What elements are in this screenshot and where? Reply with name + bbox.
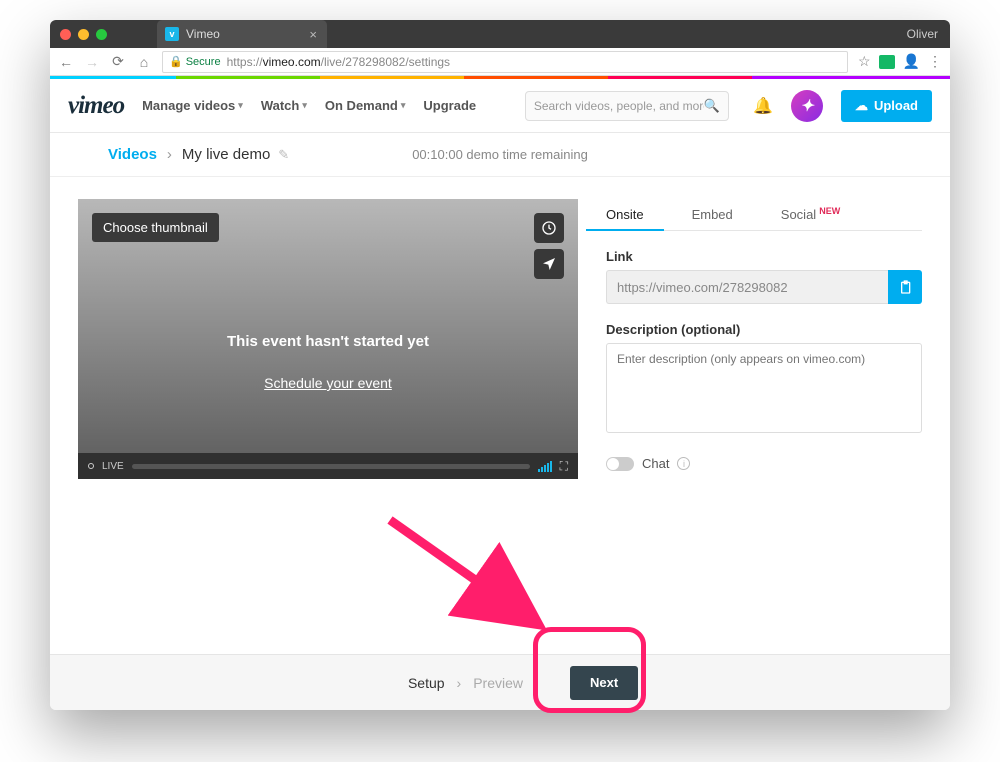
signal-icon bbox=[538, 461, 552, 472]
search-box[interactable]: 🔍 bbox=[525, 91, 729, 121]
main-nav: Manage videos▾ Watch▾ On Demand▾ Upgrade bbox=[142, 98, 476, 113]
share-icon-button[interactable] bbox=[534, 249, 564, 279]
fullscreen-icon[interactable]: ⛶ bbox=[560, 459, 568, 474]
schedule-icon-button[interactable] bbox=[534, 213, 564, 243]
description-textarea[interactable] bbox=[606, 343, 922, 433]
tab-social[interactable]: SocialNEW bbox=[781, 199, 837, 230]
tab-embed[interactable]: Embed bbox=[692, 199, 733, 230]
video-player[interactable]: Choose thumbnail This event hasn't start… bbox=[78, 199, 578, 479]
user-avatar[interactable]: ✦ bbox=[791, 90, 823, 122]
close-window-button[interactable] bbox=[60, 29, 71, 40]
window-controls bbox=[60, 29, 107, 40]
next-button[interactable]: Next bbox=[570, 666, 638, 700]
page-title: My live demo bbox=[182, 146, 270, 163]
chat-label: Chat bbox=[642, 456, 669, 471]
account-icon[interactable]: 👤 bbox=[903, 53, 920, 70]
home-button[interactable]: ⌂ bbox=[136, 54, 152, 70]
url-text: https://vimeo.com/live/278298082/setting… bbox=[227, 55, 450, 69]
step-preview[interactable]: Preview bbox=[473, 675, 523, 691]
settings-tabs: Onsite Embed SocialNEW bbox=[606, 199, 922, 231]
settings-panel: Onsite Embed SocialNEW Link Description … bbox=[606, 199, 922, 479]
breadcrumb-root[interactable]: Videos bbox=[108, 146, 157, 163]
chat-toggle-row: Chat i bbox=[606, 456, 922, 471]
address-bar[interactable]: 🔒 Secure https://vimeo.com/live/27829808… bbox=[162, 51, 848, 73]
link-label: Link bbox=[606, 249, 922, 264]
breadcrumb: Videos › My live demo ✎ 00:10:00 demo ti… bbox=[50, 133, 950, 177]
close-tab-icon[interactable]: × bbox=[309, 27, 317, 42]
upload-button[interactable]: ☁ Upload bbox=[841, 90, 932, 122]
maximize-window-button[interactable] bbox=[96, 29, 107, 40]
vimeo-logo[interactable]: vimeo bbox=[68, 92, 124, 120]
link-field bbox=[606, 270, 922, 304]
cloud-upload-icon: ☁ bbox=[855, 98, 868, 114]
tab-onsite[interactable]: Onsite bbox=[606, 199, 644, 230]
chevron-right-icon: › bbox=[457, 675, 462, 691]
back-button[interactable]: ← bbox=[58, 54, 74, 70]
main-content: Choose thumbnail This event hasn't start… bbox=[50, 177, 950, 479]
chevron-down-icon: ▾ bbox=[302, 100, 307, 111]
player-status-message: This event hasn't started yet bbox=[78, 333, 578, 350]
minimize-window-button[interactable] bbox=[78, 29, 89, 40]
notifications-bell-icon[interactable]: 🔔 bbox=[753, 96, 773, 116]
info-icon[interactable]: i bbox=[677, 457, 690, 470]
description-label: Description (optional) bbox=[606, 322, 922, 337]
tab-favicon-icon: v bbox=[165, 27, 179, 41]
chevron-down-icon: ▾ bbox=[401, 100, 406, 111]
chat-toggle[interactable] bbox=[606, 457, 634, 471]
window-titlebar: v Vimeo × Oliver bbox=[50, 20, 950, 48]
chevron-right-icon: › bbox=[167, 146, 172, 163]
player-panel: Choose thumbnail This event hasn't start… bbox=[78, 199, 578, 479]
live-label: LIVE bbox=[102, 461, 124, 472]
paper-plane-icon bbox=[541, 256, 557, 272]
profile-name[interactable]: Oliver bbox=[907, 27, 938, 41]
browser-menu-icon[interactable]: ⋮ bbox=[928, 53, 942, 70]
link-input[interactable] bbox=[606, 270, 888, 304]
edit-title-icon[interactable]: ✎ bbox=[278, 147, 289, 163]
live-indicator-icon bbox=[88, 463, 94, 469]
wizard-steps: Setup › Preview bbox=[408, 675, 523, 691]
reload-button[interactable]: ⟳ bbox=[110, 53, 126, 70]
nav-upgrade[interactable]: Upgrade bbox=[423, 98, 476, 113]
wizard-footer: Setup › Preview Next bbox=[50, 654, 950, 710]
nav-on-demand[interactable]: On Demand▾ bbox=[325, 98, 406, 113]
clock-icon bbox=[541, 220, 557, 236]
nav-manage-videos[interactable]: Manage videos▾ bbox=[142, 98, 243, 113]
browser-toolbar: ← → ⟳ ⌂ 🔒 Secure https://vimeo.com/live/… bbox=[50, 48, 950, 76]
demo-time-remaining: 00:10:00 demo time remaining bbox=[412, 147, 588, 162]
browser-tab[interactable]: v Vimeo × bbox=[157, 20, 327, 48]
search-icon[interactable]: 🔍 bbox=[704, 98, 720, 114]
copy-link-button[interactable] bbox=[888, 270, 922, 304]
forward-button[interactable]: → bbox=[84, 54, 100, 70]
site-header: vimeo Manage videos▾ Watch▾ On Demand▾ U… bbox=[50, 79, 950, 133]
progress-bar[interactable] bbox=[132, 464, 530, 469]
schedule-event-link[interactable]: Schedule your event bbox=[78, 375, 578, 391]
nav-watch[interactable]: Watch▾ bbox=[261, 98, 307, 113]
search-input[interactable] bbox=[534, 99, 704, 113]
bookmark-star-icon[interactable]: ☆ bbox=[858, 53, 871, 70]
chevron-down-icon: ▾ bbox=[238, 100, 243, 111]
step-setup[interactable]: Setup bbox=[408, 675, 445, 691]
clipboard-icon bbox=[897, 279, 913, 295]
player-control-bar: LIVE ⛶ bbox=[78, 453, 578, 479]
extension-icon[interactable] bbox=[879, 55, 895, 69]
tab-title: Vimeo bbox=[186, 27, 220, 41]
new-badge: NEW bbox=[819, 206, 840, 216]
secure-lock-icon: 🔒 Secure bbox=[169, 55, 221, 68]
choose-thumbnail-button[interactable]: Choose thumbnail bbox=[92, 213, 219, 242]
